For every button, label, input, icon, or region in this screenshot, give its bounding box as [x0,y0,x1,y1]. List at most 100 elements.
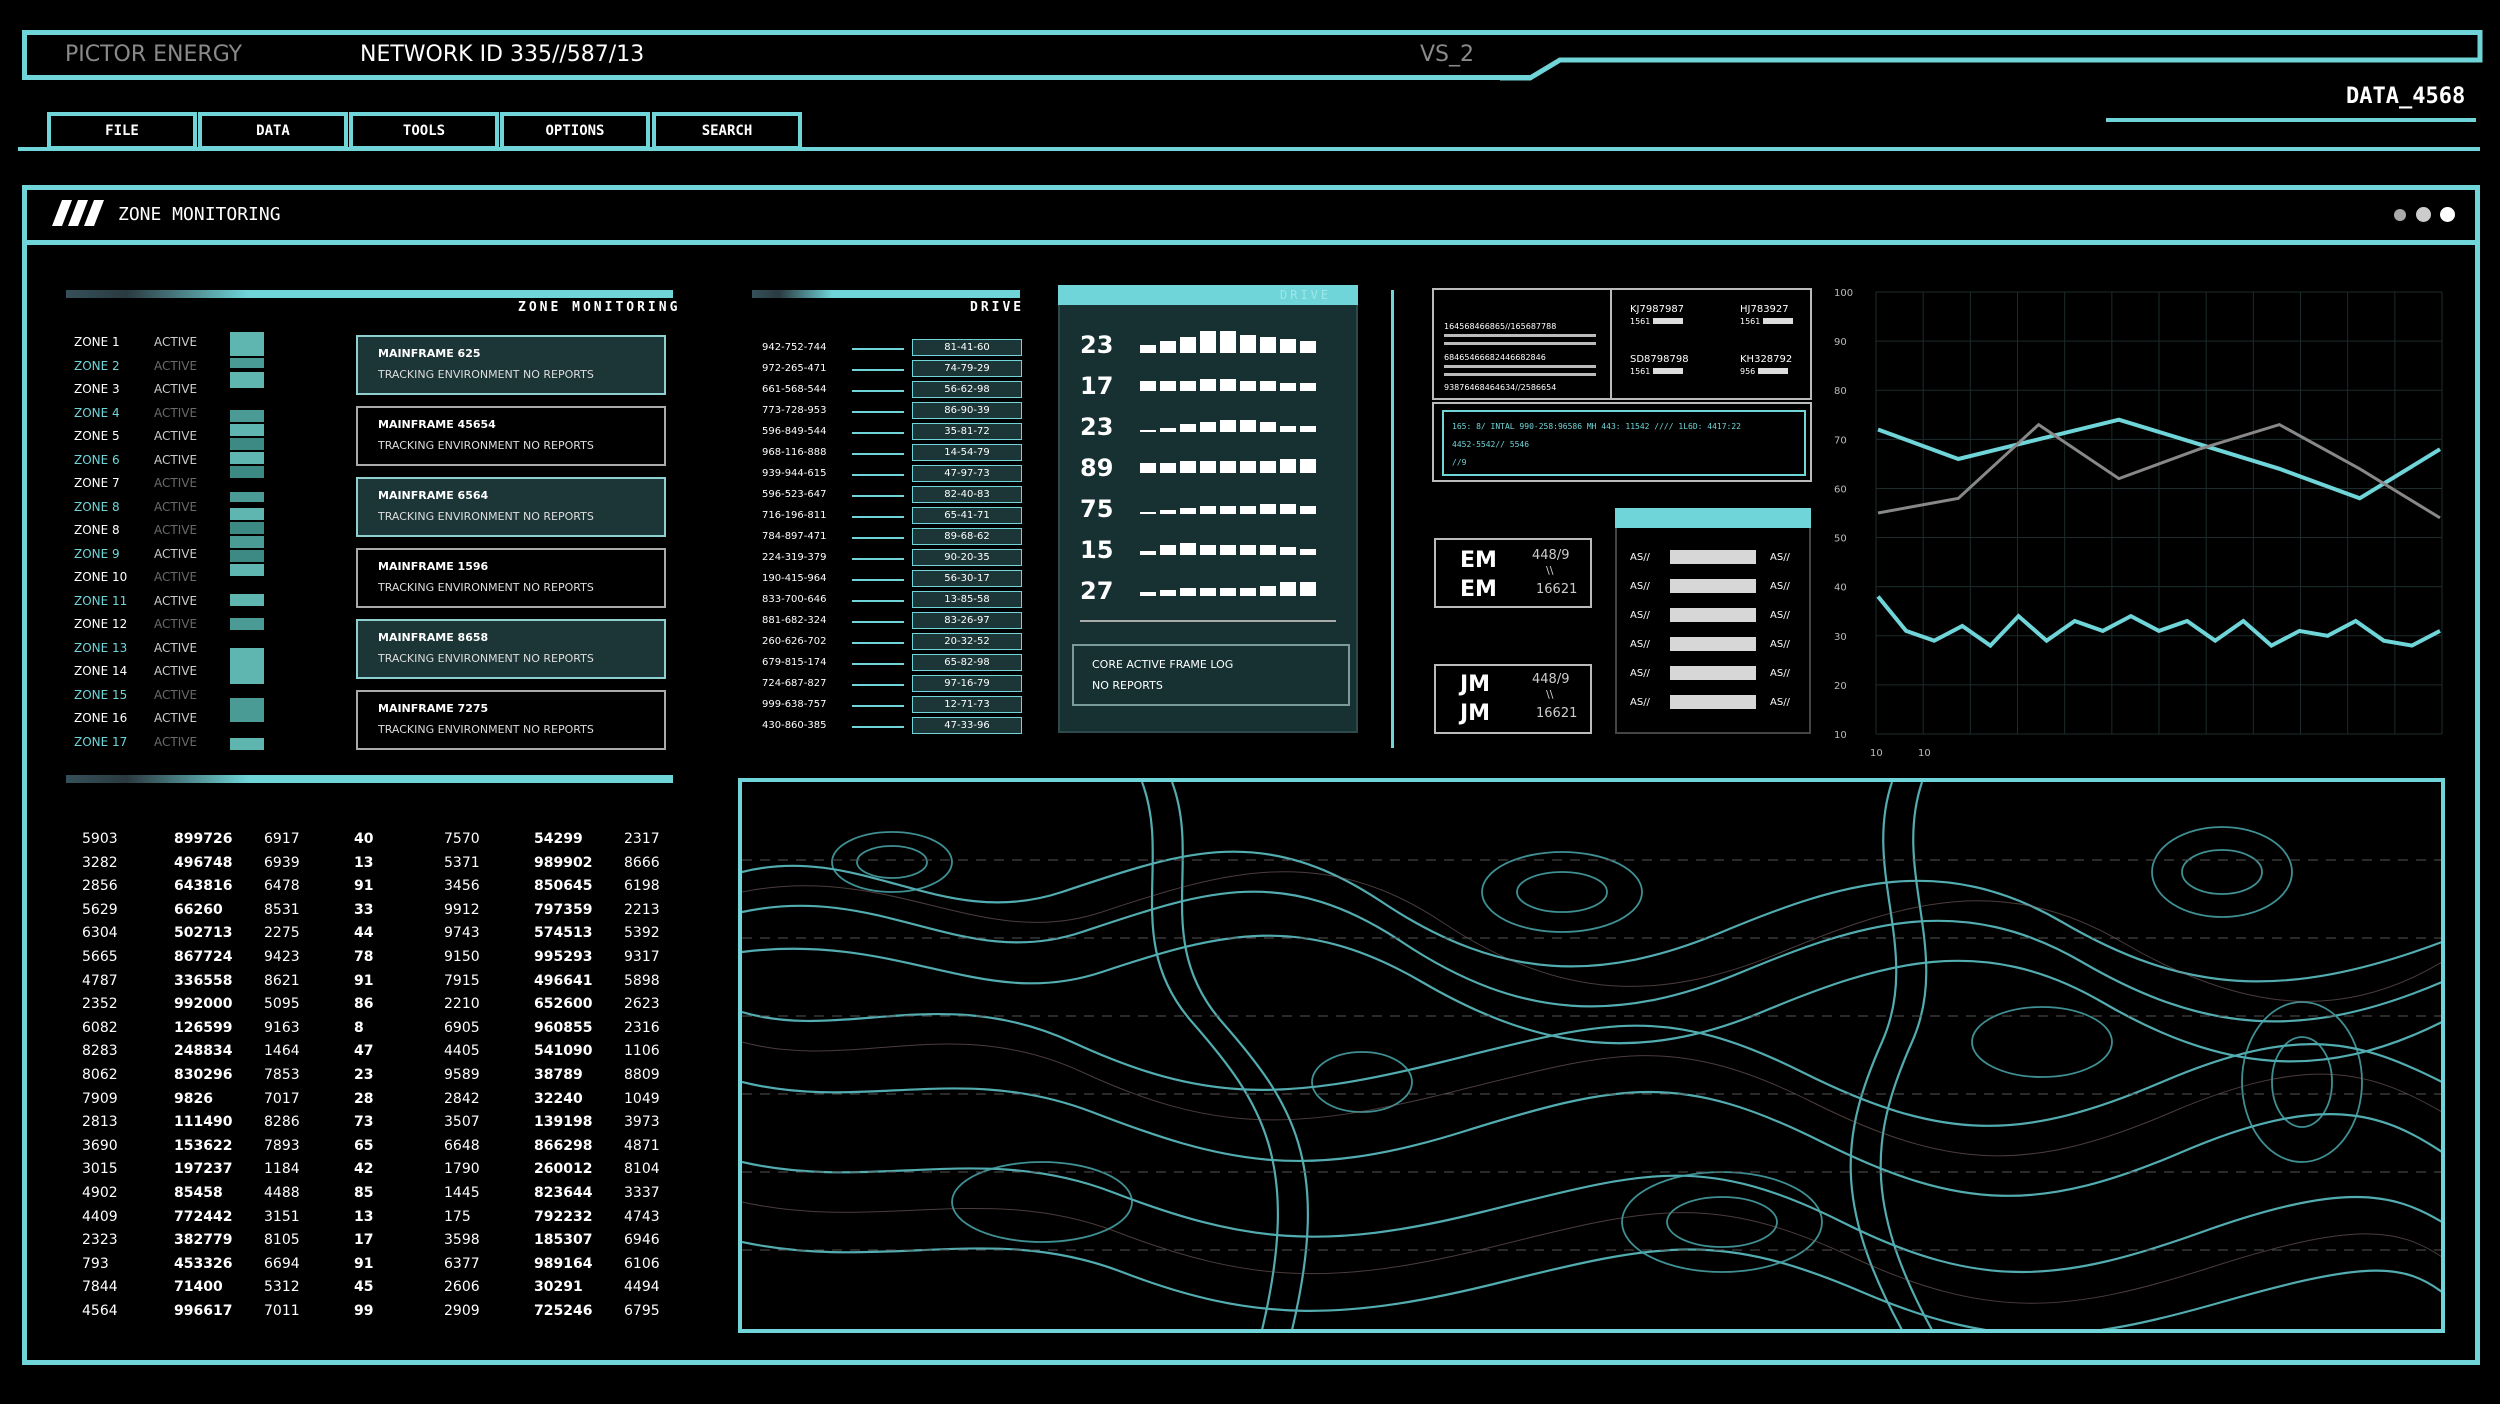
line-chart: 100 90 80 70 60 50 40 30 20 10 10 10 [1834,288,2443,759]
table-cell: 7011 [264,1302,300,1319]
table-cell: 9163 [264,1019,300,1036]
menu-file-button[interactable]: FILE [47,112,197,150]
mainframe-card[interactable]: MAINFRAME 45654 TRACKING ENVIRONMENT NO R… [356,406,666,466]
table-cell: 3690 [82,1137,118,1154]
table-cell: 32240 [534,1090,583,1107]
data-id: DATA_4568 [2346,84,2466,109]
code-entry: HJ783927 1561 [1740,304,1793,328]
window-title-bar [22,185,2480,245]
data-id-underline [2106,118,2476,122]
menu-divider [18,147,2480,151]
menu-search-button[interactable]: SEARCH [652,112,802,150]
em-code: 16621 [1536,582,1578,597]
mainframe-card[interactable]: MAINFRAME 625 TRACKING ENVIRONMENT NO REP… [356,335,666,395]
em-label: EM [1460,548,1497,573]
table-cell: 8283 [82,1043,118,1060]
table-cell: 23 [354,1066,374,1083]
chart-y-tick: 50 [1834,534,1847,545]
table-cell: 2317 [624,831,660,847]
table-cell: 91 [354,878,374,895]
table-cell: 91 [354,1255,374,1272]
mainframe-card[interactable]: MAINFRAME 6564 TRACKING ENVIRONMENT NO RE… [356,477,666,537]
table-cell: 54299 [534,831,583,847]
table-column: 54299 989902 850645 797359 574513 995293 49664… [534,828,592,1323]
table-cell: 38789 [534,1066,583,1083]
chart-y-tick: 60 [1834,484,1847,495]
zone-status-bar [230,332,264,750]
table-cell: 3015 [82,1161,118,1178]
table-cell: 797359 [534,901,593,918]
menu-tools-button[interactable]: TOOLS [349,112,499,150]
table-cell: 185307 [534,1232,593,1249]
table-cell: 5629 [82,901,118,918]
console-line: //9 [1452,458,1467,467]
table-cell: 47 [354,1043,374,1060]
table-cell: 42 [354,1161,374,1178]
vertical-divider [1391,290,1394,748]
table-cell: 4787 [82,972,118,989]
codes-panel-divider [1610,288,1612,400]
table-cell: 4488 [264,1184,300,1201]
code-underline [1444,373,1596,376]
table-cell: 5898 [624,972,660,989]
table-cell: 996617 [174,1302,233,1319]
table-cell: 9743 [444,925,480,942]
menu-data-button[interactable]: DATA [198,112,348,150]
zone-panel-header [66,290,673,298]
mainframe-card[interactable]: MAINFRAME 7275 TRACKING ENVIRONMENT NO RE… [356,690,666,750]
table-cell: 1049 [624,1090,660,1107]
table-cell: 5095 [264,996,300,1013]
table-column: 40 13 91 33 44 78 91 86 8 47 23 28 73 65 42 85 13 17 91 45 9… [354,828,373,1323]
table-cell: 13 [354,1208,374,1225]
table-cell: 6917 [264,831,300,847]
core-log-box[interactable]: CORE ACTIVE FRAME LOG NO REPORTS [1072,644,1350,706]
core-log-title: CORE ACTIVE FRAME LOG [1092,658,1234,671]
jm-box[interactable]: JM JM 448/9 \\ 16621 [1434,664,1592,734]
brand-name: PICTOR ENERGY [65,42,243,67]
table-cell: 248834 [174,1043,233,1060]
topographic-map[interactable] [738,778,2445,1333]
table-cell: 13 [354,854,374,871]
table-cell: 4564 [82,1302,118,1319]
jm-value: 448/9 [1532,672,1570,687]
table-cell: 8809 [624,1066,660,1083]
table-cell: 502713 [174,925,233,942]
table-cell: 9912 [444,901,480,918]
table-cell: 86 [354,996,374,1013]
table-cell: 260012 [534,1161,593,1178]
table-cell: 6106 [624,1255,660,1272]
table-cell: 8 [354,1019,364,1036]
mainframe-card[interactable]: MAINFRAME 1596 TRACKING ENVIRONMENT NO RE… [356,548,666,608]
table-cell: 7909 [82,1090,118,1107]
drive-value: 23 [1080,413,1114,441]
window-menu-dots-icon[interactable] [2394,207,2464,223]
table-cell: 541090 [534,1043,593,1060]
table-cell: 71400 [174,1279,223,1296]
table-cell: 867724 [174,948,233,965]
console-line: 4452-5542// 5546 [1452,440,1530,449]
table-cell: 793 [82,1255,109,1272]
chart-y-tick: 90 [1834,337,1847,348]
table-cell: 5665 [82,948,118,965]
table-cell: 3973 [624,1114,660,1131]
table-cell: 453326 [174,1255,233,1272]
mainframe-card[interactable]: MAINFRAME 8658 TRACKING ENVIRONMENT NO RE… [356,619,666,679]
em-label: EM [1460,577,1497,602]
table-cell: 1445 [444,1184,480,1201]
table-cell: 2606 [444,1279,480,1296]
drive-panel-title: DRIVE [1280,288,1332,302]
table-cell: 66260 [174,901,223,918]
code-underline [1444,365,1596,368]
table-cell: 989164 [534,1255,593,1272]
table-cell: 6304 [82,925,118,942]
window-title: ZONE MONITORING [118,204,281,225]
em-box[interactable]: EM EM 448/9 \\ 16621 [1434,538,1592,608]
menu-options-button[interactable]: OPTIONS [500,112,650,150]
table-cell: 153622 [174,1137,233,1154]
table-cell: 992000 [174,996,233,1013]
drive-bar-row [1140,495,1320,519]
jm-label: JM [1460,701,1491,726]
logo-stripes-icon [52,200,104,226]
code-underline [1444,334,1596,337]
table-cell: 9423 [264,948,300,965]
